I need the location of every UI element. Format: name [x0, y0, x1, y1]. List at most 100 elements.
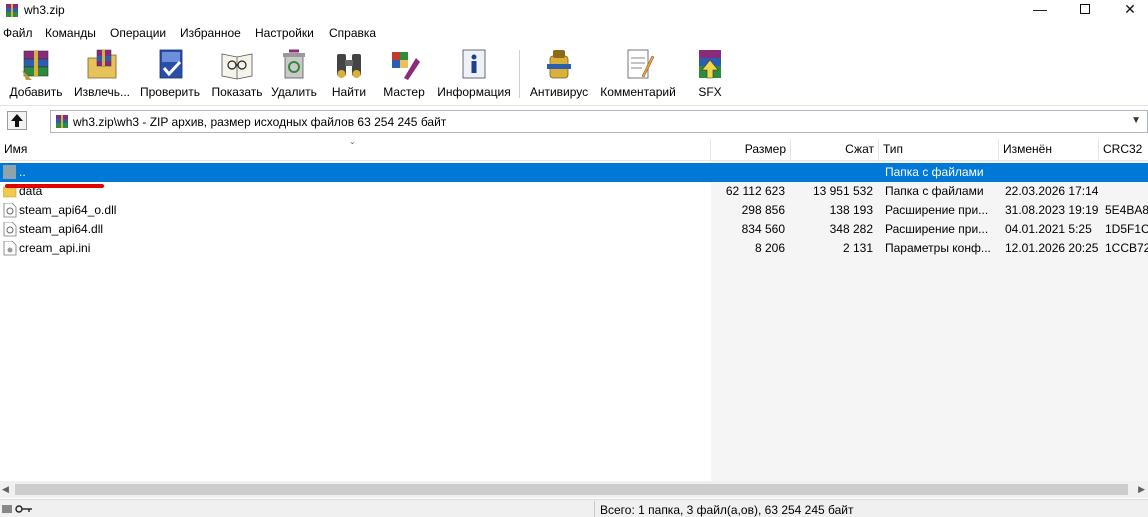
menu-file[interactable]: Файл	[3, 26, 33, 40]
close-button[interactable]: ✕	[1112, 0, 1148, 20]
winrar-app-icon	[6, 4, 18, 17]
parent-folder-icon	[3, 165, 16, 179]
toolbar: Добавить Извлечь... Проверить Показать У…	[0, 44, 1148, 106]
table-row[interactable]: .. Папка с файлами	[0, 163, 1148, 182]
file-size: 62 112 623	[725, 184, 785, 198]
path-field[interactable]: wh3.zip\wh3 - ZIP архив, размер исходных…	[50, 110, 1148, 133]
delete-recycle-icon	[283, 49, 305, 79]
file-name: cream_api.ini	[19, 241, 91, 255]
file-modified: 31.08.2023 19:19	[1005, 203, 1099, 217]
file-size: 298 856	[741, 203, 785, 217]
column-header-modified[interactable]: Изменён	[999, 139, 1099, 161]
file-type: Расширение при...	[885, 222, 989, 236]
menu-favorites[interactable]: Избранное	[180, 26, 241, 40]
window-title: wh3.zip	[24, 3, 65, 17]
delete-button[interactable]: Удалить	[268, 46, 320, 104]
dll-file-icon	[3, 203, 17, 218]
menu-settings[interactable]: Настройки	[255, 26, 314, 40]
delete-label: Удалить	[271, 85, 317, 99]
file-type: Параметры конф...	[885, 241, 991, 255]
extract-button[interactable]: Извлечь...	[70, 46, 134, 104]
sfx-icon	[699, 50, 721, 79]
status-divider	[594, 501, 595, 517]
archive-icon	[56, 115, 68, 128]
status-bar: Всего: 1 папка, 3 файл(а,ов), 63 254 245…	[0, 499, 1148, 517]
test-button[interactable]: Проверить	[138, 46, 202, 104]
menu-help[interactable]: Справка	[329, 26, 376, 40]
file-modified: 12.01.2026 20:25	[1005, 241, 1099, 255]
file-packed: 138 193	[829, 203, 873, 217]
up-arrow-icon	[11, 114, 23, 127]
horizontal-scrollbar[interactable]: ◀ ▶	[0, 481, 1148, 498]
scroll-left-icon[interactable]: ◀	[2, 484, 9, 495]
red-underline-annotation	[5, 184, 104, 188]
file-type: Папка с файлами	[885, 184, 984, 198]
file-crc32: 1D5F1C0	[1105, 222, 1148, 236]
up-folder-button[interactable]	[7, 111, 27, 130]
file-name: data	[19, 184, 43, 198]
antivirus-label: Антивирус	[529, 85, 589, 99]
scroll-right-icon[interactable]: ▶	[1138, 484, 1145, 495]
sfx-label: SFX	[698, 85, 722, 99]
file-name: ..	[19, 165, 26, 179]
table-row[interactable]: data 62 112 623 13 951 532 Папка с файла…	[0, 182, 1148, 201]
menu-operations[interactable]: Операции	[110, 26, 166, 40]
maximize-button[interactable]	[1067, 0, 1103, 20]
test-archive-icon	[159, 49, 183, 79]
column-header-type[interactable]: Тип	[879, 139, 999, 161]
file-list: .. Папка с файлами data 62 112 623 13 95…	[0, 161, 1148, 481]
comment-button[interactable]: Комментарий	[598, 46, 678, 104]
status-drive-key-icon	[2, 505, 32, 513]
toolbar-separator	[519, 50, 520, 98]
file-name: steam_api64.dll	[19, 222, 104, 236]
file-type: Папка с файлами	[885, 165, 984, 179]
menu-bar: Файл Команды Операции Избранное Настройк…	[0, 24, 1148, 42]
minimize-button[interactable]: —	[1022, 0, 1058, 20]
find-button[interactable]: Найти	[325, 46, 373, 104]
table-row[interactable]: steam_api64_o.dll 298 856 138 193 Расшир…	[0, 201, 1148, 220]
info-label: Информация	[437, 85, 511, 99]
view-book-icon	[221, 53, 253, 80]
file-modified: 22.03.2026 17:14	[1005, 184, 1099, 198]
close-icon: ✕	[1124, 1, 1136, 17]
wizard-button[interactable]: Мастер	[378, 46, 430, 104]
ini-file-icon	[3, 241, 17, 256]
sort-indicator-icon: ⌄	[349, 137, 356, 146]
chevron-down-icon[interactable]: ▼	[1131, 115, 1141, 126]
title-bar: wh3.zip — ✕	[0, 0, 1148, 22]
sfx-button[interactable]: SFX	[688, 46, 732, 104]
file-name: steam_api64_o.dll	[19, 203, 117, 217]
scrollbar-thumb[interactable]	[15, 484, 1128, 495]
minimize-icon: —	[1033, 1, 1047, 17]
info-icon	[462, 49, 486, 79]
file-size: 8 206	[754, 241, 785, 255]
address-bar: wh3.zip\wh3 - ZIP архив, размер исходных…	[0, 109, 1148, 135]
file-type: Расширение при...	[885, 203, 989, 217]
column-header-packed[interactable]: Сжат	[791, 139, 879, 161]
column-headers: Имя Размер Сжат Тип Изменён CRC32	[0, 139, 1148, 161]
menu-commands[interactable]: Команды	[45, 26, 96, 40]
table-row[interactable]: cream_api.ini 8 206 2 131 Параметры конф…	[0, 239, 1148, 258]
file-crc32: 5E4BA84	[1105, 203, 1148, 217]
find-label: Найти	[331, 85, 367, 99]
add-label: Добавить	[9, 85, 63, 99]
antivirus-button[interactable]: Антивирус	[527, 46, 591, 104]
info-button[interactable]: Информация	[435, 46, 513, 104]
file-crc32: 1CCB72C	[1105, 241, 1148, 255]
view-label: Показать	[211, 85, 263, 99]
comment-icon	[627, 49, 655, 79]
wizard-label: Мастер	[383, 85, 425, 99]
comment-label: Комментарий	[600, 85, 676, 99]
extract-label: Извлечь...	[73, 85, 130, 99]
file-packed: 13 951 532	[812, 184, 873, 198]
file-size: 834 560	[741, 222, 785, 236]
antivirus-icon	[547, 50, 571, 79]
column-header-size[interactable]: Размер	[711, 139, 791, 161]
add-button[interactable]: Добавить	[6, 46, 66, 104]
column-header-crc32[interactable]: CRC32	[1099, 139, 1148, 161]
status-summary: Всего: 1 папка, 3 файл(а,ов), 63 254 245…	[600, 503, 854, 517]
view-button[interactable]: Показать	[208, 46, 266, 104]
add-archive-icon	[22, 50, 49, 80]
table-row[interactable]: steam_api64.dll 834 560 348 282 Расширен…	[0, 220, 1148, 239]
file-packed: 348 282	[829, 222, 873, 236]
